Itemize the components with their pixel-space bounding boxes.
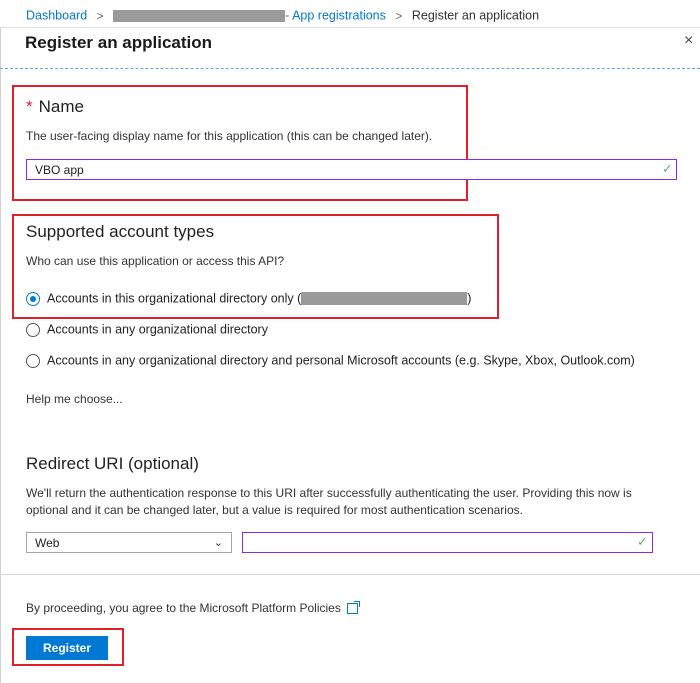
redacted-directory-name xyxy=(301,292,468,306)
name-title-text: Name xyxy=(38,97,84,116)
radio-button[interactable] xyxy=(26,353,40,368)
platform-select[interactable]: Web ⌄ xyxy=(26,532,232,553)
external-link-icon xyxy=(346,601,360,615)
footer-divider xyxy=(0,574,700,575)
breadcrumb-separator: > xyxy=(96,8,104,23)
platform-select-value: Web xyxy=(35,536,60,550)
redacted-tenant-name xyxy=(113,9,286,22)
account-types-question: Who can use this application or access t… xyxy=(26,254,285,268)
panel-left-border xyxy=(0,27,1,683)
redirect-uri-title: Redirect URI (optional) xyxy=(26,454,199,473)
radio-label: Accounts in any organizational directory xyxy=(47,322,268,337)
register-button[interactable]: Register xyxy=(26,636,108,660)
radio-option-multi-tenant-personal[interactable]: Accounts in any organizational directory… xyxy=(26,350,635,370)
radio-option-multi-tenant[interactable]: Accounts in any organizational directory xyxy=(26,319,268,339)
name-description: The user-facing display name for this ap… xyxy=(26,129,433,143)
check-icon: ✓ xyxy=(662,161,673,176)
account-types-title: Supported account types xyxy=(26,222,215,241)
close-icon[interactable]: × xyxy=(684,32,693,50)
help-me-choose-link[interactable]: Help me choose... xyxy=(26,391,123,408)
name-input[interactable]: VBO app xyxy=(26,159,677,180)
check-icon: ✓ xyxy=(637,534,648,549)
required-marker: * xyxy=(26,97,33,116)
redirect-uri-description: We'll return the authentication response… xyxy=(26,486,632,517)
breadcrumb-current: Register an application xyxy=(411,8,540,23)
breadcrumb-dashboard-link[interactable]: Dashboard xyxy=(26,9,87,23)
header-divider xyxy=(0,68,700,69)
name-input-value: VBO app xyxy=(35,163,84,177)
platform-policies-link[interactable]: By proceeding, you agree to the Microsof… xyxy=(26,600,360,617)
radio-button[interactable] xyxy=(26,322,40,337)
page-title: Register an application xyxy=(25,33,213,52)
redirect-uri-input[interactable] xyxy=(242,532,653,553)
radio-label: Accounts in this organizational director… xyxy=(47,291,302,306)
panel-top-border xyxy=(0,27,700,28)
radio-label: Accounts in any organizational directory… xyxy=(47,353,635,368)
radio-button-checked[interactable] xyxy=(26,291,40,306)
breadcrumb-separator: > xyxy=(395,8,403,23)
breadcrumb: Dashboard > - App registrations > Regist… xyxy=(26,5,539,25)
breadcrumb-app-registrations-link[interactable]: - App registrations xyxy=(285,9,386,23)
radio-label-suffix: ) xyxy=(467,291,472,306)
platform-policies-link-text: By proceeding, you agree to the Microsof… xyxy=(26,601,341,615)
radio-option-single-tenant[interactable]: Accounts in this organizational director… xyxy=(26,288,471,308)
chevron-down-icon: ⌄ xyxy=(213,537,223,549)
name-section-title: * Name xyxy=(26,96,84,118)
